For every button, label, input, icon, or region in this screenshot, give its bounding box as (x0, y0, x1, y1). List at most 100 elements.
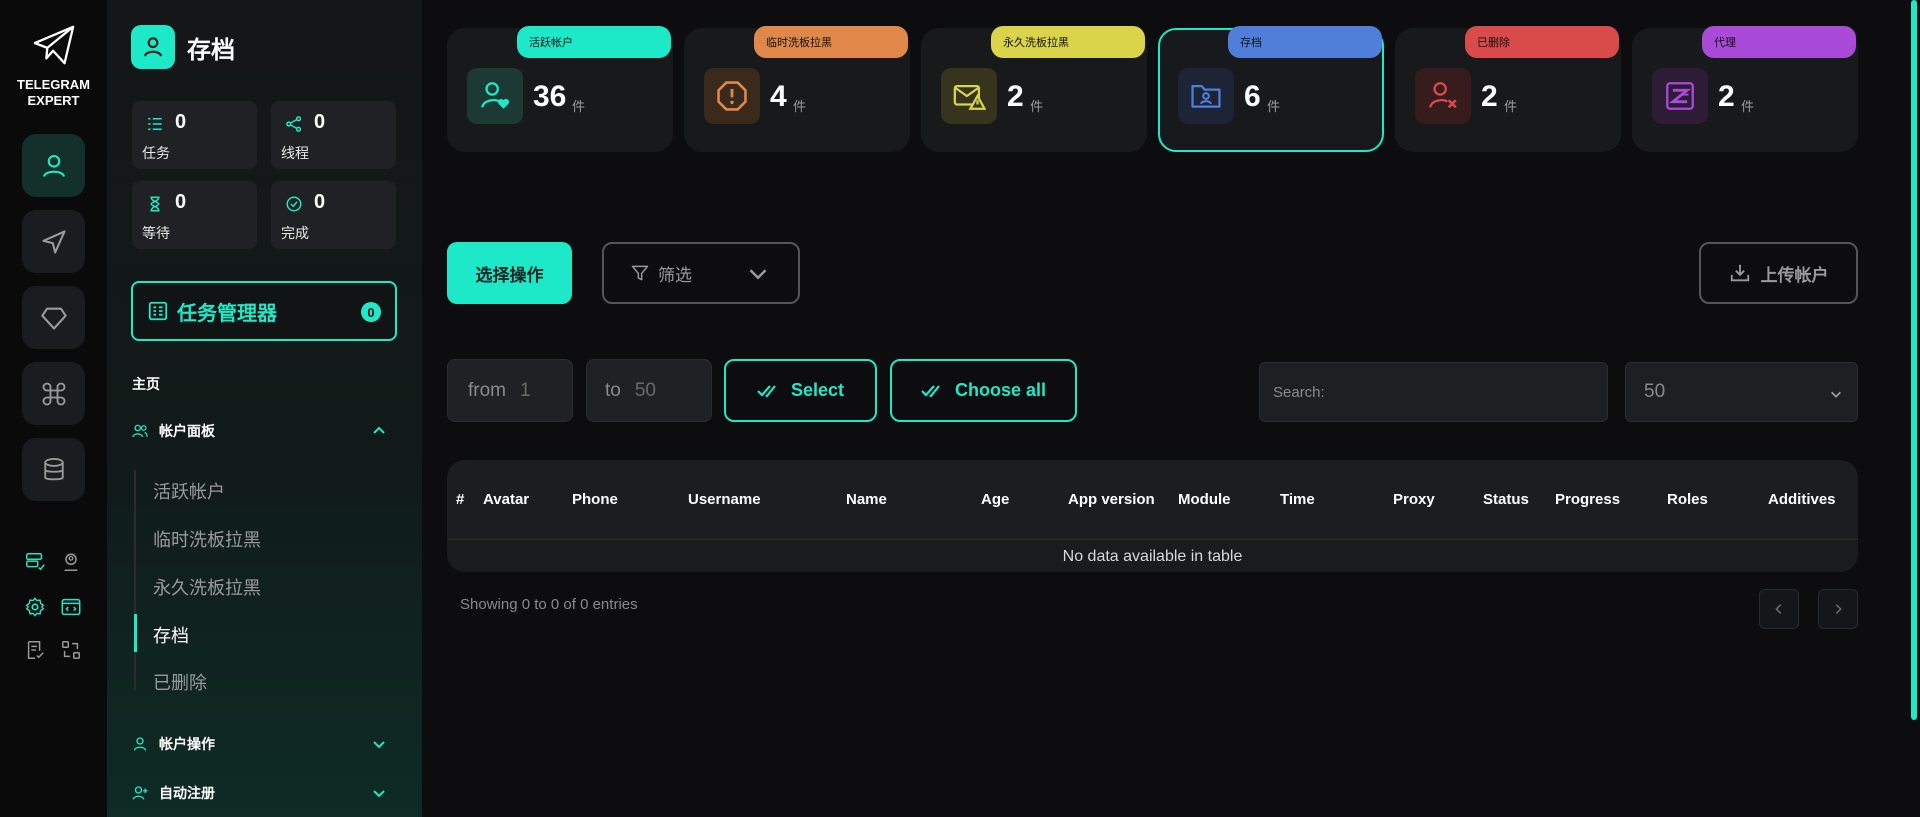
user-plus-icon (132, 786, 148, 800)
upload-accounts-label: 上传帐户 (1760, 265, 1829, 285)
chevron-right-icon (1835, 604, 1842, 614)
card-unit: 件 (1741, 99, 1755, 114)
task-manager-label: 任务管理器 (177, 302, 277, 325)
column-header[interactable]: Time (1280, 491, 1315, 508)
sub-item-perm-ban[interactable]: 永久洗板拉黑 (153, 574, 261, 600)
pagination-next-button[interactable] (1818, 589, 1858, 629)
column-header[interactable]: Name (846, 491, 887, 508)
scrollbar-thumb[interactable] (1911, 0, 1917, 720)
sidebar: 存档 0 任务 0 线程 0 等待 0 完成 任务管理器 0 主页 帐户面板 活… (107, 0, 422, 817)
user-pin-icon[interactable] (58, 549, 84, 575)
nav-group-auto-register[interactable]: 自动注册 (131, 783, 397, 803)
logo[interactable]: TELEGRAM EXPERT (0, 22, 107, 109)
stat-threads-label: 线程 (281, 145, 309, 161)
nav-group-account-panel[interactable]: 帐户面板 (131, 421, 397, 441)
left-rail: TELEGRAM EXPERT (0, 0, 107, 817)
page-scrollbar[interactable] (1908, 0, 1920, 817)
range-from-value: 1 (520, 379, 531, 401)
pagination-prev-button[interactable] (1759, 589, 1799, 629)
card-proxy[interactable]: 代理 2 件 (1632, 26, 1858, 152)
task-manager-button[interactable]: 任务管理器 0 (131, 281, 397, 341)
chevron-down-icon (373, 741, 385, 749)
column-header[interactable]: Additives (1768, 491, 1836, 508)
rail-database-button[interactable] (22, 438, 85, 501)
user-icon (133, 737, 147, 751)
chevron-down-icon (1831, 391, 1841, 398)
card-tag: 存档 (1228, 26, 1382, 58)
rail-send-button[interactable] (22, 210, 85, 273)
sub-item-temp-ban[interactable]: 临时洗板拉黑 (153, 526, 261, 552)
column-header[interactable]: Roles (1667, 491, 1708, 508)
column-header[interactable]: Proxy (1393, 491, 1435, 508)
card-perm-ban[interactable]: 永久洗板拉黑 2 件 (921, 26, 1147, 152)
diamond-icon (40, 307, 67, 330)
rail-accounts-button[interactable] (22, 134, 85, 197)
search-input[interactable] (1259, 362, 1608, 422)
card-unit: 件 (1030, 99, 1044, 114)
sub-item-archive[interactable]: 存档 (153, 622, 189, 648)
rail-command-button[interactable] (22, 362, 85, 425)
card-unit: 件 (1504, 99, 1518, 114)
range-to-input[interactable]: to 50 (586, 359, 712, 422)
chevron-down-icon (373, 790, 385, 798)
column-header[interactable]: Avatar (483, 491, 529, 508)
check-circle-icon (286, 196, 302, 212)
task-list-icon (148, 301, 168, 321)
card-deleted[interactable]: 已删除 2 件 (1395, 26, 1621, 152)
nav-home[interactable]: 主页 (132, 374, 160, 394)
app-root: TELEGRAM EXPERT 存档 0 任务 0 线程 0 等待 0 完成 任… (0, 0, 1920, 817)
card-archive[interactable]: 存档 6 件 (1158, 26, 1384, 152)
nav-group-account-ops[interactable]: 帐户操作 (131, 734, 397, 754)
nav-group-auto-register-label: 自动注册 (159, 785, 215, 801)
card-unit: 件 (793, 99, 807, 114)
card-value: 2 (1007, 80, 1024, 113)
range-from-label: from (468, 379, 506, 401)
mail-warning-icon (941, 68, 997, 124)
card-value: 2 (1481, 80, 1498, 113)
submenu-line (134, 470, 136, 690)
page-title: 存档 (187, 36, 235, 64)
column-header[interactable]: Module (1178, 491, 1231, 508)
nav-group-account-ops-label: 帐户操作 (159, 736, 215, 752)
select-label: Select (790, 380, 845, 400)
select-action-button[interactable]: 选择操作 (447, 242, 572, 304)
upload-accounts-button[interactable]: 上传帐户 (1699, 242, 1858, 304)
send-icon (41, 229, 66, 254)
filter-dropdown[interactable]: 筛选 (602, 242, 800, 304)
settings-icon[interactable] (22, 594, 48, 620)
card-tag: 代理 (1702, 26, 1856, 58)
column-header[interactable]: Phone (572, 491, 618, 508)
users-icon (132, 424, 148, 438)
card-temp-ban[interactable]: 临时洗板拉黑 4 件 (684, 26, 910, 152)
command-icon (42, 382, 65, 405)
choose-all-button[interactable]: Choose all (890, 359, 1077, 422)
user-x-icon (1415, 68, 1471, 124)
card-value: 4 (770, 80, 787, 113)
card-active-accounts[interactable]: 活跃帐户 36 件 (447, 26, 673, 152)
column-header[interactable]: Username (688, 491, 761, 508)
range-from-input[interactable]: from 1 (447, 359, 573, 422)
logo-text-line1: TELEGRAM (17, 77, 90, 92)
stat-done: 0 完成 (271, 181, 396, 249)
stat-threads-value: 0 (314, 111, 326, 133)
column-header[interactable]: # (456, 491, 464, 508)
doc-check-icon[interactable] (22, 637, 48, 663)
sub-item-active-accounts[interactable]: 活跃帐户 (153, 478, 225, 504)
sub-item-deleted[interactable]: 已删除 (153, 669, 207, 695)
server-check-icon[interactable] (22, 549, 48, 575)
table-header: # Avatar Phone Username Name Age App ver… (447, 460, 1858, 540)
stat-done-label: 完成 (281, 225, 309, 241)
chevron-down-icon (749, 269, 767, 280)
alert-octagon-icon (704, 68, 760, 124)
card-value: 6 (1244, 80, 1261, 113)
per-page-select[interactable]: 50 (1625, 362, 1858, 422)
select-button[interactable]: Select (724, 359, 877, 422)
code-window-icon[interactable] (58, 594, 84, 620)
column-header[interactable]: Progress (1555, 491, 1620, 508)
column-header[interactable]: Status (1483, 491, 1529, 508)
transfer-icon[interactable] (58, 637, 84, 663)
column-header[interactable]: Age (981, 491, 1009, 508)
rail-diamond-button[interactable] (22, 286, 85, 349)
column-header[interactable]: App version (1068, 491, 1155, 508)
filter-label: 筛选 (658, 265, 692, 285)
